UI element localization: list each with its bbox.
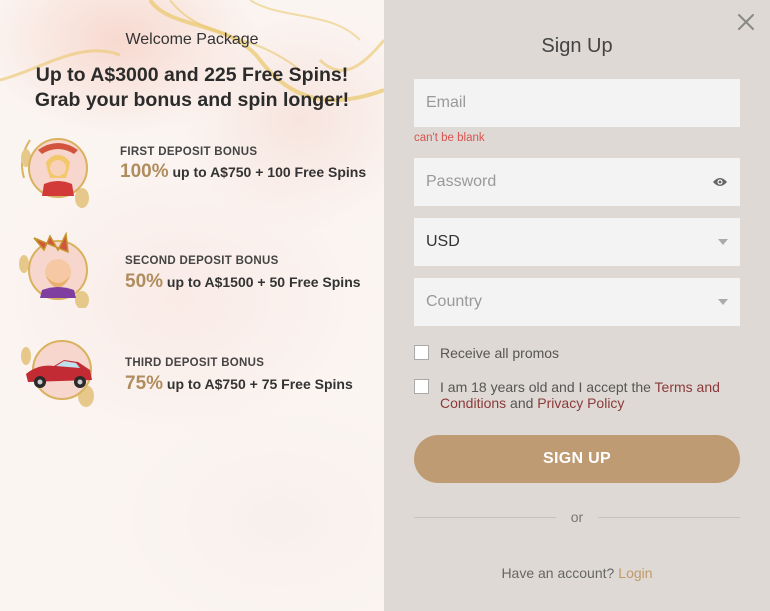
- promos-row: Receive all promos: [414, 345, 744, 363]
- email-field[interactable]: [414, 79, 740, 127]
- have-account-row: Have an account? Login: [384, 565, 770, 581]
- bonus-description: 100% up to A$750 + 100 Free Spins: [120, 161, 370, 182]
- bonus-text: up to A$750 + 75 Free Spins: [163, 376, 353, 392]
- email-input[interactable]: [426, 94, 728, 112]
- bonus-percent: 75%: [125, 373, 164, 394]
- or-separator: or: [570, 509, 584, 525]
- privacy-link[interactable]: Privacy Policy: [537, 395, 624, 411]
- promos-label: Receive all promos: [440, 345, 560, 361]
- country-select[interactable]: Country: [414, 278, 740, 326]
- welcome-package-title: Welcome Package: [125, 31, 259, 48]
- bonus-text: up to A$1500 + 50 Free Spins: [163, 274, 361, 290]
- currency-value: USD: [426, 233, 460, 250]
- third-deposit-bonus: THIRD DEPOSIT BONUS 75% up to A$750 + 75…: [0, 330, 384, 420]
- terms-label: I am 18 years old and I accept the Terms…: [440, 379, 744, 411]
- caret-down-icon: [718, 299, 728, 305]
- bonus-percent: 50%: [125, 271, 164, 292]
- bonus-name: THIRD DEPOSIT BONUS: [125, 357, 265, 369]
- eye-icon[interactable]: [712, 176, 728, 188]
- car-avatar-icon: [21, 340, 94, 407]
- terms-checkbox[interactable]: [414, 379, 429, 394]
- password-field[interactable]: [414, 158, 740, 206]
- email-error: can't be blank: [414, 132, 485, 144]
- welcome-headline: Up to A$3000 and 225 Free Spins! Grab yo…: [0, 63, 384, 113]
- promos-checkbox[interactable]: [414, 345, 429, 360]
- second-deposit-bonus: SECOND DEPOSIT BONUS 50% up to A$1500 + …: [0, 228, 384, 318]
- headline-line-1: Up to A$3000 and 225 Free Spins!: [35, 64, 349, 86]
- country-placeholder: Country: [426, 293, 483, 310]
- bonus-name: SECOND DEPOSIT BONUS: [125, 255, 279, 267]
- bonus-description: 50% up to A$1500 + 50 Free Spins: [125, 271, 380, 292]
- welcome-panel: Welcome Package Up to A$3000 and 225 Fre…: [0, 0, 384, 611]
- currency-select[interactable]: USD: [414, 218, 740, 266]
- close-icon[interactable]: [736, 12, 756, 32]
- lady-avatar-icon: [21, 138, 89, 208]
- login-link[interactable]: Login: [618, 565, 652, 581]
- bonus-text: up to A$750 + 100 Free Spins: [168, 164, 367, 180]
- caret-down-icon: [718, 239, 728, 245]
- terms-row: I am 18 years old and I accept the Terms…: [414, 379, 744, 413]
- first-deposit-bonus: FIRST DEPOSIT BONUS 100% up to A$750 + 1…: [0, 128, 384, 218]
- terms-prefix: I am 18 years old and I accept the: [440, 379, 655, 395]
- have-account-text: Have an account?: [501, 565, 615, 581]
- terms-middle: and: [506, 395, 538, 411]
- bonus-name: FIRST DEPOSIT BONUS: [120, 146, 258, 158]
- headline-line-2: Grab your bonus and spin longer!: [34, 89, 350, 111]
- signup-panel: Sign Up can't be blank USD Country: [384, 0, 770, 611]
- signup-title: Sign Up: [541, 35, 613, 57]
- bonus-percent: 100%: [120, 161, 169, 182]
- signup-button[interactable]: SIGN UP: [414, 435, 740, 483]
- password-input[interactable]: [426, 173, 728, 191]
- king-avatar-icon: [19, 231, 89, 308]
- bonus-description: 75% up to A$750 + 75 Free Spins: [125, 373, 380, 394]
